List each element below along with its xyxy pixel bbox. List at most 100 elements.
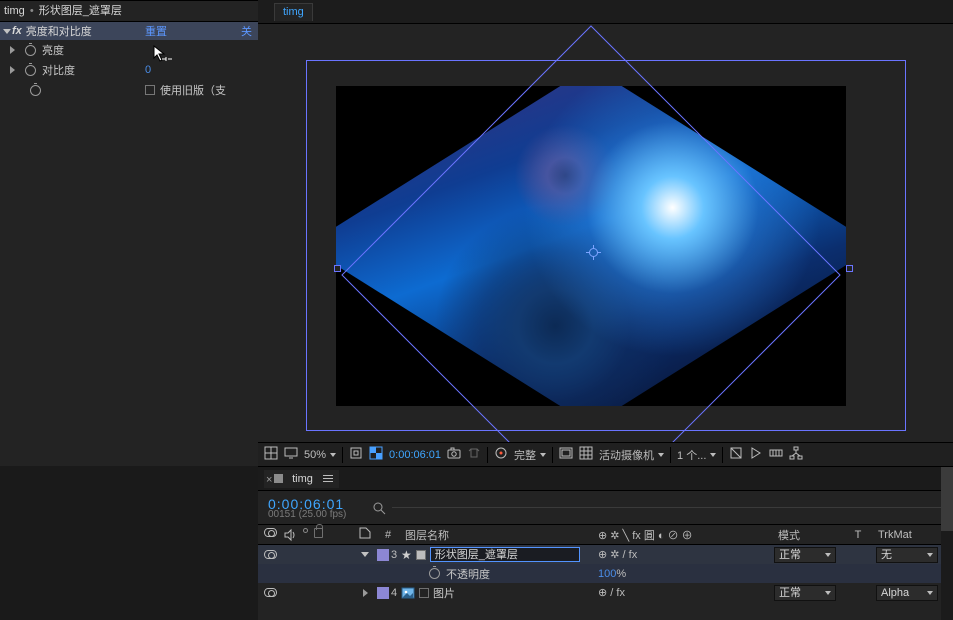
stopwatch-icon[interactable] [429, 568, 440, 579]
timeline-columns-header: # 图层名称 ⊕ ✲ ╲ fx 圓 ◐ ⊘ ⊕ 模式 T TrkMat [258, 525, 953, 545]
col-switches: ⊕ ✲ ╲ fx 圓 ◐ ⊘ ⊕ [594, 527, 772, 543]
col-layer-name[interactable]: 图层名称 [399, 527, 594, 543]
crumb-comp[interactable]: timg [4, 5, 25, 17]
chevron-down-icon [710, 453, 716, 457]
layer-label-color[interactable] [377, 549, 389, 561]
blend-mode-dropdown[interactable]: 正常 [774, 585, 836, 601]
layer-index: 3 [391, 549, 397, 561]
layer-row[interactable]: 3 ★ 形状图层_遮罩层 ⊕ ✲ / fx 正常 无 [258, 545, 953, 564]
prop-contrast-label: 对比度 [42, 62, 75, 78]
fast-preview-icon[interactable] [749, 446, 763, 463]
twirl-right-icon[interactable] [10, 66, 15, 74]
footage-icon [401, 586, 415, 600]
viewer-canvas[interactable] [258, 24, 953, 442]
layer-label-color[interactable] [377, 587, 389, 599]
layer-property-row[interactable]: 不透明度 100% [258, 564, 953, 583]
effect-reset-link[interactable]: 重置 [145, 23, 167, 39]
layer-switches[interactable]: ⊕ / fx [594, 586, 772, 599]
selection-handle-right[interactable] [846, 265, 853, 272]
camera-dropdown[interactable]: 活动摄像机 [599, 447, 664, 463]
layer-name[interactable]: 图片 [433, 585, 455, 601]
flowchart-icon[interactable] [789, 446, 803, 463]
layer-name-input[interactable]: 形状图层_遮罩层 [430, 547, 580, 562]
region-icon[interactable] [494, 446, 508, 463]
guides-icon[interactable] [579, 446, 593, 463]
quality-dropdown[interactable]: 完整 [514, 447, 546, 463]
pixel-aspect-icon[interactable] [729, 446, 743, 463]
chevron-down-icon [825, 553, 831, 557]
viewer-timecode[interactable]: 0:00:06:01 [389, 449, 441, 461]
snapshot-icon[interactable] [447, 446, 461, 463]
timeline-search[interactable] [372, 501, 953, 515]
show-snapshot-icon[interactable] [467, 446, 481, 463]
stopwatch-icon[interactable] [30, 85, 41, 96]
effects-breadcrumb: timg • 形状图层_遮罩层 [0, 1, 258, 22]
prop-contrast-value[interactable]: 0 [145, 64, 151, 76]
prop-brightness-row: 亮度 [0, 40, 258, 60]
resolution-icon[interactable] [349, 446, 363, 463]
crumb-layer[interactable]: 形状图层_遮罩层 [39, 5, 122, 17]
transparency-grid-icon[interactable] [369, 446, 383, 463]
layer-switches[interactable]: ⊕ ✲ / fx [594, 548, 772, 561]
col-audio-icon[interactable] [283, 528, 297, 542]
blend-mode-dropdown[interactable]: 正常 [774, 547, 836, 563]
current-time[interactable]: 0:00:06:01 00151 (25.00 fps) [258, 496, 346, 520]
timeline-scrollbar[interactable] [941, 467, 953, 620]
monitor-icon[interactable] [284, 446, 298, 463]
property-opacity-label: 不透明度 [446, 566, 490, 582]
zoom-dropdown[interactable]: 50% [304, 449, 336, 461]
twirl-right-icon[interactable] [10, 46, 15, 54]
col-index: # [377, 529, 399, 541]
viewer-tab[interactable]: timg [274, 3, 313, 21]
col-label-icon[interactable] [358, 526, 372, 540]
chevron-down-icon [927, 591, 933, 595]
timeline-panel: × timg 0:00:06:01 00151 (25.00 fps) # 图层… [258, 466, 953, 620]
grid-icon[interactable] [264, 446, 278, 463]
timeline-tab[interactable]: × timg [264, 470, 339, 488]
chevron-down-icon [330, 453, 336, 457]
stopwatch-icon[interactable] [25, 45, 36, 56]
layer-row[interactable]: 4 图片 ⊕ / fx 正常 Alpha [258, 583, 953, 602]
viewer-footer: 50% 0:00:06:01 完整 活动摄像机 1 个... [258, 442, 953, 466]
video-toggle-icon[interactable] [264, 550, 277, 559]
timeline-icon[interactable] [769, 446, 783, 463]
selection-handle-left[interactable] [334, 265, 341, 272]
twirl-right-icon[interactable] [363, 589, 368, 597]
view-layout-icon[interactable] [559, 446, 573, 463]
prop-legacy-row: 使用旧版（支 [0, 80, 258, 100]
chevron-down-icon [927, 553, 933, 557]
twirl-down-icon[interactable] [361, 552, 369, 557]
chevron-down-icon [825, 591, 831, 595]
effects-panel: timg • 形状图层_遮罩层 fx 亮度和对比度 重置 关 亮度 对比度 0 … [0, 0, 258, 466]
legacy-checkbox[interactable] [145, 85, 155, 95]
anchor-point-icon[interactable] [586, 245, 601, 260]
matte-indicator-icon [416, 550, 426, 560]
layer-index: 4 [391, 587, 397, 599]
col-lock-icon[interactable] [314, 528, 323, 538]
viewer-tabbar: timg [258, 0, 953, 24]
twirl-down-icon[interactable] [3, 29, 11, 34]
trkmat-dropdown[interactable]: 无 [876, 547, 938, 563]
trkmat-dropdown[interactable]: Alpha [876, 585, 938, 601]
crumb-separator: • [28, 5, 36, 17]
tab-close-icon[interactable]: × [266, 474, 272, 486]
fx-icon[interactable]: fx [12, 25, 22, 37]
effect-header[interactable]: fx 亮度和对比度 重置 关 [0, 22, 258, 40]
search-icon [372, 501, 386, 515]
effect-name: 亮度和对比度 [26, 23, 92, 39]
comp-icon [274, 474, 283, 483]
video-toggle-icon[interactable] [264, 588, 277, 597]
panel-menu-icon[interactable] [323, 475, 333, 483]
views-dropdown[interactable]: 1 个... [677, 447, 716, 463]
effect-close-link[interactable]: 关 [241, 23, 252, 39]
property-opacity-value[interactable]: 100 [598, 568, 616, 580]
col-solo-icon[interactable] [303, 528, 308, 533]
scrollbar-thumb[interactable] [941, 467, 953, 531]
stopwatch-icon[interactable] [25, 65, 36, 76]
timeline-tab-label: timg [292, 473, 313, 485]
composition-viewer: timg 50% 0:00:06:01 完整 活动摄像机 1 个... [258, 0, 953, 466]
matte-indicator-icon [419, 588, 429, 598]
chevron-down-icon [658, 453, 664, 457]
shape-layer-rhombus[interactable] [324, 24, 858, 442]
col-video-icon[interactable] [264, 528, 277, 537]
